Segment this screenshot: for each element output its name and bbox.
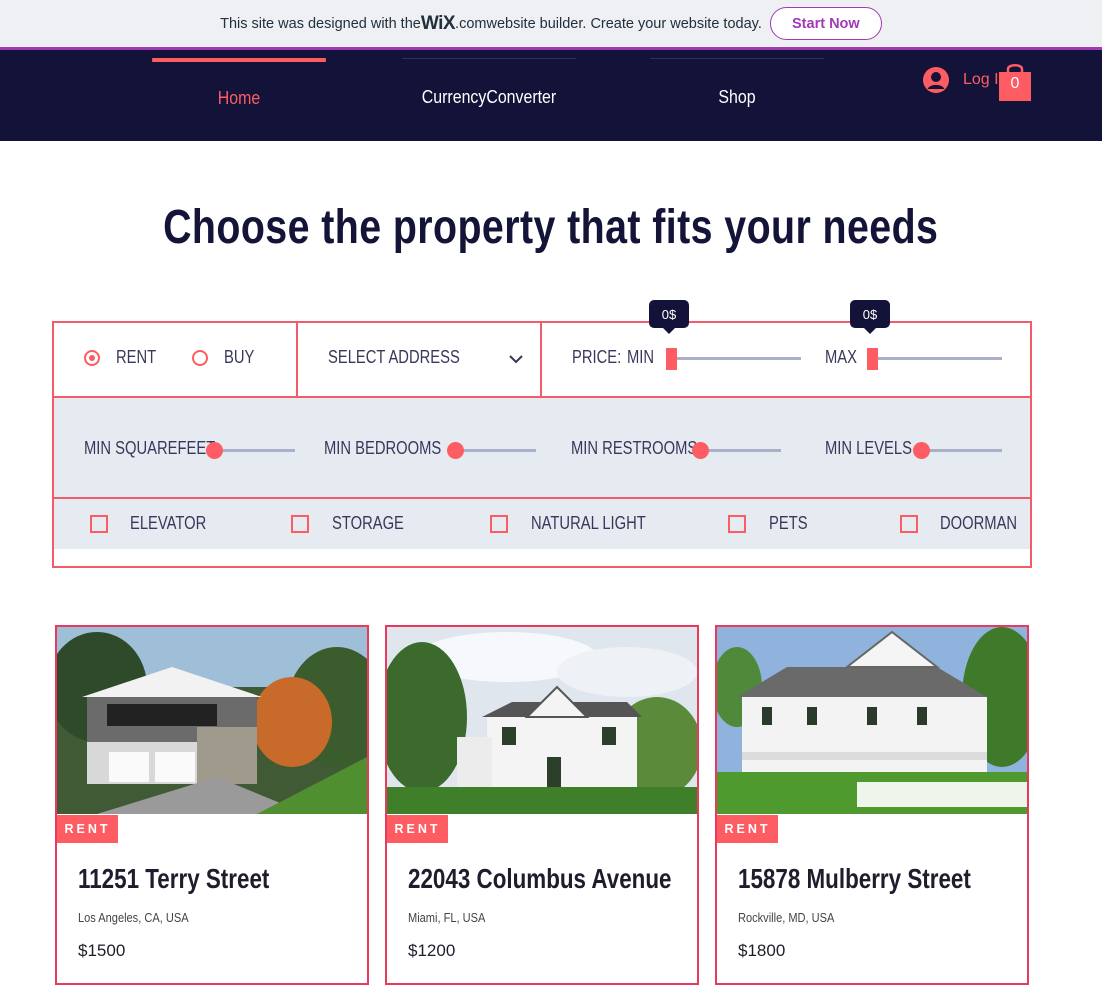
banner-text-before: This site was designed with the — [220, 15, 421, 32]
min-bedrooms-label: MIN BEDROOMS — [324, 438, 442, 458]
nav-tab-home[interactable]: Home — [152, 58, 326, 134]
listing-address[interactable]: 15878 Mulberry Street — [738, 863, 971, 895]
listing-city: Los Angeles, CA, USA — [78, 910, 189, 925]
price-min-tooltip: 0$ — [649, 300, 689, 334]
pets-checkbox[interactable] — [728, 515, 746, 533]
listing-badge: RENT — [717, 815, 778, 843]
listing-badge: RENT — [57, 815, 118, 843]
listing-card[interactable]: RENT 15878 Mulberry Street Rockville, MD… — [715, 625, 1029, 985]
min-squarefeet-label: MIN SQUAREFEET — [84, 438, 216, 458]
listing-card[interactable]: RENT 22043 Columbus Avenue Miami, FL, US… — [385, 625, 699, 985]
min-bedrooms-handle[interactable] — [447, 442, 464, 459]
banner-brand-suffix: .com — [455, 15, 487, 32]
min-levels-handle[interactable] — [913, 442, 930, 459]
listing-address[interactable]: 11251 Terry Street — [78, 863, 269, 895]
rent-label: RENT — [116, 347, 157, 367]
listing-badge: RENT — [387, 815, 448, 843]
price-max-tooltip: 0$ — [850, 300, 890, 334]
elevator-checkbox[interactable] — [90, 515, 108, 533]
property-photo — [717, 627, 1027, 814]
chevron-down-icon — [509, 355, 523, 364]
storage-label: STORAGE — [332, 513, 404, 533]
address-select-value: SELECT ADDRESS — [328, 347, 460, 367]
min-restrooms-handle[interactable] — [692, 442, 709, 459]
listing-price: $1200 — [408, 941, 456, 960]
pets-label: PETS — [769, 513, 808, 533]
login-button[interactable]: Log In — [922, 66, 1007, 94]
price-max-handle[interactable] — [867, 348, 878, 370]
doorman-label: DOORMAN — [940, 513, 1018, 533]
filter-row-sliders: MIN SQUAREFEET MIN BEDROOMS MIN RESTROOM… — [54, 396, 1030, 499]
doorman-checkbox[interactable] — [900, 515, 918, 533]
min-levels-label: MIN LEVELS — [825, 438, 912, 458]
banner-text-after: website builder. Create your website tod… — [486, 15, 762, 32]
start-now-button[interactable]: Start Now — [769, 7, 882, 40]
price-min-handle[interactable] — [666, 348, 677, 370]
min-restrooms-label: MIN RESTROOMS — [571, 438, 698, 458]
natural-light-checkbox[interactable] — [490, 515, 508, 533]
nav-tab-shop[interactable]: Shop — [650, 58, 824, 134]
page-title: Choose the property that fits your needs — [163, 201, 939, 254]
price-min-track[interactable] — [666, 357, 801, 360]
site-header: Home CurrencyConverter Shop — [0, 50, 1102, 141]
divider — [540, 323, 542, 396]
filter-row-amenities: ELEVATOR STORAGE NATURAL LIGHT PETS DOOR… — [54, 499, 1030, 549]
price-max-label: MAX — [825, 347, 857, 367]
storage-checkbox[interactable] — [291, 515, 309, 533]
price-label: PRICE: — [572, 347, 622, 367]
min-squarefeet-handle[interactable] — [206, 442, 223, 459]
listing-city: Miami, FL, USA — [408, 910, 486, 925]
cart-count: 0 — [1010, 75, 1020, 92]
nav-tab-currency-converter[interactable]: CurrencyConverter — [402, 58, 576, 134]
natural-light-label: NATURAL LIGHT — [531, 513, 646, 533]
filter-row-main: RENT BUY SELECT ADDRESS PRICE: MIN MAX — [54, 323, 1030, 396]
filter-panel: RENT BUY SELECT ADDRESS PRICE: MIN MAX M… — [52, 321, 1032, 568]
elevator-label: ELEVATOR — [130, 513, 207, 533]
listing-card[interactable]: RENT 11251 Terry Street Los Angeles, CA,… — [55, 625, 369, 985]
cart-button[interactable]: 0 — [998, 61, 1032, 101]
wix-logo: WiX — [420, 12, 456, 34]
price-max-track[interactable] — [867, 357, 1002, 360]
wix-banner: This site was designed with the WiX .com… — [0, 0, 1102, 50]
user-avatar-icon — [923, 67, 949, 93]
listing-address[interactable]: 22043 Columbus Avenue — [408, 863, 672, 895]
listing-city: Rockville, MD, USA — [738, 910, 835, 925]
listing-price: $1800 — [738, 941, 786, 960]
property-photo — [387, 627, 697, 814]
listing-price: $1500 — [78, 941, 126, 960]
price-min-label: MIN — [627, 347, 655, 367]
rent-radio[interactable] — [84, 350, 100, 366]
property-photo — [57, 627, 367, 814]
buy-label: BUY — [224, 347, 255, 367]
address-select[interactable]: SELECT ADDRESS — [298, 323, 540, 396]
buy-radio[interactable] — [192, 350, 208, 366]
